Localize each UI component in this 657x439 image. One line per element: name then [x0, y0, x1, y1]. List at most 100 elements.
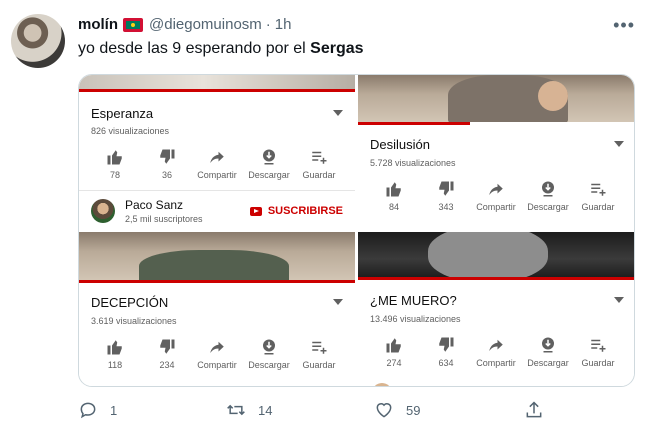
share-button[interactable]: Compartir	[466, 179, 526, 212]
chevron-down-icon[interactable]	[614, 141, 624, 147]
chevron-down-icon[interactable]	[614, 297, 624, 303]
channel-avatar[interactable]	[91, 199, 115, 223]
like-button[interactable]: 78	[85, 147, 145, 180]
video-panel-top-right[interactable]: Desilusión 5.728 visualizaciones 84 343 …	[358, 75, 634, 232]
like-count: 59	[406, 402, 421, 418]
separator-dot: ·	[265, 16, 271, 33]
like-button[interactable]: 274	[364, 335, 424, 368]
like-count: 84	[388, 202, 399, 212]
share-arrow-icon	[466, 335, 526, 355]
like-tweet-button[interactable]: 59	[374, 400, 420, 420]
thumbnail-hand	[538, 81, 568, 111]
save-label: Guardar	[302, 170, 336, 180]
thumbs-up-icon	[85, 337, 145, 357]
share-button[interactable]: Compartir	[466, 335, 526, 368]
save-label: Guardar	[302, 360, 336, 370]
retweet-button[interactable]: 14	[226, 400, 272, 420]
tweet-text-prefix: yo desde las 9 esperando por el	[78, 40, 311, 57]
video-views: 13.496 visualizaciones	[370, 314, 461, 324]
video-title: Esperanza	[91, 106, 154, 121]
video-thumbnail[interactable]	[79, 75, 355, 89]
video-progress-bar	[358, 122, 470, 125]
thumbs-up-icon	[85, 147, 145, 167]
chevron-down-icon[interactable]	[333, 299, 343, 305]
reply-bubble-icon	[80, 402, 96, 419]
tweet-text: yo desde las 9 esperando por el Sergas	[78, 40, 364, 58]
share-label: Compartir	[197, 360, 237, 370]
reply-button[interactable]: 1	[78, 400, 117, 420]
share-arrow-icon	[187, 337, 247, 357]
author-avatar[interactable]	[11, 14, 65, 68]
youtube-logo-icon	[249, 206, 262, 216]
save-button[interactable]: Guardar	[289, 337, 349, 370]
playlist-add-icon	[289, 147, 349, 167]
share-label: Compartir	[476, 358, 516, 368]
subscribe-label: SUSCRIBIRSE	[267, 205, 343, 217]
playlist-add-icon	[568, 179, 628, 199]
video-views: 826 visualizaciones	[91, 126, 170, 136]
video-views: 5.728 visualizaciones	[370, 158, 456, 168]
more-dots-icon[interactable]: •••	[613, 16, 635, 34]
like-button[interactable]: 84	[364, 179, 424, 212]
chevron-down-icon[interactable]	[333, 110, 343, 116]
video-title: ¿ME MUERO?	[370, 293, 457, 308]
video-panel-bottom-left[interactable]: DECEPCIÓN 3.619 visualizaciones 118 234 …	[79, 232, 355, 386]
like-button[interactable]: 118	[85, 337, 145, 370]
subscribe-button[interactable]: SUSCRIBIRSE	[249, 205, 343, 217]
reply-count: 1	[110, 402, 118, 418]
save-button[interactable]: Guardar	[289, 147, 349, 180]
tweet-header: molín @diegomuinosm · 1h	[78, 16, 291, 33]
video-thumbnail[interactable]	[79, 232, 355, 280]
thumbs-up-icon	[364, 335, 424, 355]
save-button[interactable]: Guardar	[568, 335, 628, 368]
share-label: Compartir	[476, 202, 516, 212]
channel-name[interactable]: Paco Sanz	[125, 198, 183, 212]
channel-row: Paco Sanz 2,5 mil suscriptores SUSCRIBIR…	[79, 190, 355, 232]
like-count: 118	[107, 360, 123, 370]
thumbs-up-icon	[364, 179, 424, 199]
grenada-flag-icon	[123, 17, 143, 32]
video-actions: 84 343 Compartir Descargar Guardar	[358, 179, 634, 219]
video-actions: 274 634 Compartir Descargar Guardar	[358, 335, 634, 375]
save-label: Guardar	[581, 202, 615, 212]
video-thumbnail[interactable]	[358, 232, 634, 277]
save-button[interactable]: Guardar	[568, 179, 628, 212]
share-upload-icon	[526, 401, 542, 418]
share-button[interactable]: Compartir	[187, 337, 247, 370]
tweet-time[interactable]: 1h	[275, 16, 292, 33]
playlist-add-icon	[568, 335, 628, 355]
video-title: Desilusión	[370, 137, 430, 152]
video-title: DECEPCIÓN	[91, 295, 169, 310]
save-label: Guardar	[581, 358, 615, 368]
video-actions: 78 36 Compartir Descargar Guardar	[79, 147, 355, 187]
video-progress-bar	[79, 280, 355, 283]
media-divider	[355, 75, 358, 386]
thumbnail-person	[428, 232, 548, 277]
video-thumbnail[interactable]	[358, 75, 634, 122]
heart-icon	[376, 403, 392, 418]
like-count: 78	[109, 170, 120, 180]
next-channel-avatar-partial	[372, 383, 392, 386]
share-tweet-button[interactable]	[524, 400, 544, 420]
share-label: Compartir	[197, 170, 237, 180]
share-button[interactable]: Compartir	[187, 147, 247, 180]
thumbnail-person	[139, 250, 289, 280]
playlist-add-icon	[289, 337, 349, 357]
share-arrow-icon	[187, 147, 247, 167]
author-name[interactable]: molín	[78, 16, 118, 33]
author-handle[interactable]: @diegomuinosm	[149, 16, 262, 33]
video-progress-bar	[358, 277, 634, 280]
video-progress-bar	[79, 89, 355, 92]
video-actions: 118 234 Compartir Descargar Guardar	[79, 337, 355, 377]
retweet-icon	[227, 404, 245, 416]
tweet-actions-bar: 1 14 59	[78, 400, 558, 428]
share-arrow-icon	[466, 179, 526, 199]
channel-subscribers: 2,5 mil suscriptores	[125, 214, 203, 224]
tweet-media-grid[interactable]: Esperanza 826 visualizaciones 78 36 Comp…	[78, 74, 635, 387]
like-count: 274	[386, 358, 402, 368]
video-panel-bottom-right[interactable]: ¿ME MUERO? 13.496 visualizaciones 274 63…	[358, 232, 634, 386]
video-views: 3.619 visualizaciones	[91, 316, 177, 326]
video-panel-top-left[interactable]: Esperanza 826 visualizaciones 78 36 Comp…	[79, 75, 355, 232]
tweet-text-bold[interactable]: Sergas	[310, 40, 363, 57]
retweet-count: 14	[258, 402, 273, 418]
